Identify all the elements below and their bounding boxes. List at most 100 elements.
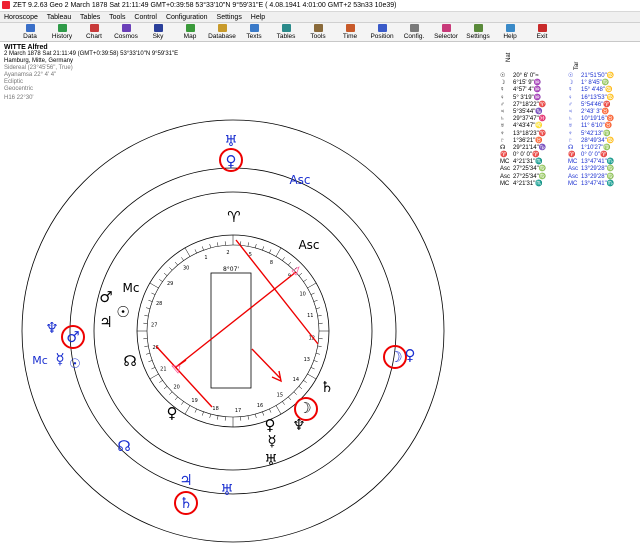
position-value: 13°29'28"♍ (581, 173, 615, 180)
degree-tick (159, 279, 163, 282)
planet-glyph: ♆ (568, 130, 573, 137)
degree-tick (144, 345, 149, 347)
degree-tick (169, 267, 173, 271)
sun-natal-glyph: ☉ (116, 303, 129, 321)
moon-transit-glyph: ☽ (389, 348, 402, 366)
position-value: 0° 0' 0"♈ (513, 152, 540, 159)
degree-label: 14 (293, 377, 299, 383)
toolbar-chart-button[interactable]: Chart (78, 23, 110, 42)
degree-tick (269, 249, 272, 254)
minor-aspect-marker (291, 266, 300, 276)
degree-label: 18 (212, 406, 218, 412)
planet-glyph: ♂ (568, 101, 573, 108)
degree-tick (163, 272, 168, 276)
toolbar-data-button[interactable]: Data (14, 23, 46, 42)
position-value: 2°43' 3"♉ (581, 108, 610, 115)
toolbar-config-button[interactable]: Config. (398, 23, 430, 42)
degree-tick (247, 242, 249, 247)
degree-tick (159, 380, 163, 383)
degree-tick (149, 282, 159, 289)
position-row: ☊ 29°21'14"♑ (500, 145, 546, 152)
position-value: 11° 6'10"♉ (581, 123, 613, 130)
center-label: 8°07' (223, 266, 239, 273)
degree-tick (269, 408, 272, 413)
transit-ring (69, 167, 397, 495)
degree-tick (262, 411, 265, 416)
degree-tick (288, 396, 292, 401)
menu-tableau[interactable]: Tableau (47, 14, 72, 21)
mars-transit-glyph: ♂ (66, 328, 79, 346)
arrow-head (271, 370, 282, 383)
person-name: WITTE Alfred (4, 44, 48, 51)
menu-help[interactable]: Help (251, 14, 265, 21)
aspect-line (251, 348, 281, 379)
degree-label: 30 (183, 265, 189, 271)
toolbar-selector-button[interactable]: Selector (430, 23, 462, 42)
toolbar-label: Config. (403, 33, 425, 40)
degree-tick (313, 360, 318, 363)
uranus-natal-glyph: ♅ (264, 451, 277, 469)
aspect-line (235, 239, 319, 345)
toolbar-help-button[interactable]: Help (494, 23, 526, 42)
degree-tick (288, 261, 292, 266)
toolbar-tools-button[interactable]: Tools (302, 23, 334, 42)
degree-tick (282, 401, 285, 405)
cosmos-icon (121, 24, 131, 32)
degree-tick (275, 405, 282, 415)
menu-tables[interactable]: Tables (80, 14, 100, 21)
degree-tick (201, 411, 204, 416)
menu-horoscope[interactable]: Horoscope (4, 14, 38, 21)
transit-header: Tar (574, 61, 580, 70)
position-value: 16°13'53"♋ (581, 94, 615, 101)
position-row: ♇ 1°36'21"♉ (500, 138, 546, 145)
toolbar-label: History (51, 33, 73, 40)
degree-tick (148, 360, 153, 363)
toolbar-database-button[interactable]: Database (206, 23, 238, 42)
planet-glyph: ☊ (568, 144, 574, 151)
toolbar-time-button[interactable]: Time (334, 23, 366, 42)
neptune-natal-glyph: ♆ (292, 416, 305, 434)
toolbar-sky-button[interactable]: Sky (142, 23, 174, 42)
degree-tick (184, 247, 191, 257)
degree-label: 16 (257, 403, 263, 409)
pluto-natal-glyph: ♀ (167, 404, 178, 422)
position-row: ♂ 5°54'46"♈ (568, 102, 614, 109)
menu-settings[interactable]: Settings (217, 14, 242, 21)
toolbar-texts-button[interactable]: Texts (238, 23, 270, 42)
degree-tick (151, 367, 156, 370)
asc-transit-label: Asc (289, 173, 310, 187)
exit-icon (537, 24, 547, 32)
minor-aspects (171, 266, 300, 374)
degree-label: 12 (309, 335, 315, 341)
toolbar-settings-button[interactable]: Settings (462, 23, 494, 42)
degree-tick (163, 386, 168, 390)
toolbar-map-button[interactable]: Map (174, 23, 206, 42)
planet-glyph: ♈ (500, 152, 508, 159)
toolbar-position-button[interactable]: Position (366, 23, 398, 42)
toolbar-exit-button[interactable]: Exit (526, 23, 558, 42)
outer-ring (21, 119, 445, 543)
position-value: 20° 6' 0"≈ (513, 73, 539, 79)
menu-control[interactable]: Control (134, 14, 157, 21)
position-value: 10°19'16"♉ (581, 116, 615, 123)
degree-tick (303, 279, 307, 282)
degree-label: 2 (226, 250, 229, 256)
toolbar-label: Cosmos (114, 33, 138, 40)
degree-tick (303, 380, 307, 383)
degree-tick (307, 282, 317, 289)
mars-natal-glyph: ♂ (99, 288, 112, 306)
toolbar-cosmos-button[interactable]: Cosmos (110, 23, 142, 42)
highlight-mars-transit (61, 325, 85, 349)
toolbar-history-button[interactable]: History (46, 23, 78, 42)
position-value: 13°29'28"♍ (581, 166, 615, 173)
node-natal-glyph: ☊ (123, 352, 136, 370)
menu-tools[interactable]: Tools (109, 14, 125, 21)
highlight-moon-natal (294, 397, 318, 421)
menu-configuration[interactable]: Configuration (166, 14, 208, 21)
jupiter-natal-glyph: ♃ (99, 313, 112, 331)
position-row: Asc 27°25'34"♍ (500, 166, 546, 173)
position-value: 27°18'22"♈ (513, 101, 547, 108)
mercury-natal-glyph: ☿ (267, 432, 276, 450)
degree-tick (181, 401, 184, 405)
toolbar-tables-button[interactable]: Tables (270, 23, 302, 42)
